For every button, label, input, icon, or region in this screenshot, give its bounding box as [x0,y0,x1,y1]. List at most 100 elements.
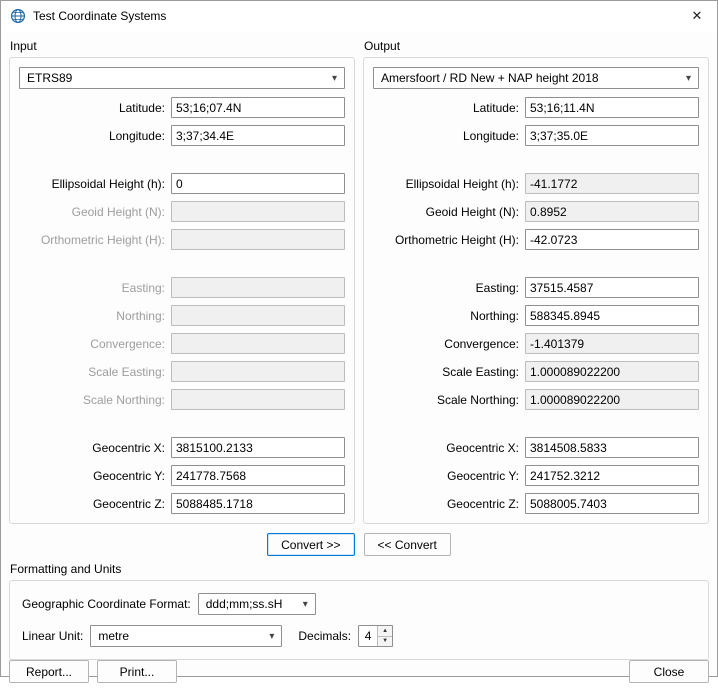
output-easting-field[interactable] [525,277,699,298]
output-group-label: Output [364,39,709,53]
orthometric-height-label: Orthometric Height (H): [19,233,171,247]
convert-button-row: Convert >> << Convert [9,533,709,556]
input-ellipsoidal-height-field[interactable] [171,173,345,194]
spin-down-icon[interactable]: ▼ [378,636,392,647]
output-geocentric-x-row: Geocentric X: [373,437,699,458]
geocentric-x-label: Geocentric X: [19,441,171,455]
latitude-label: Latitude: [19,101,171,115]
input-scale-easting-row: Scale Easting: [19,361,345,382]
input-crs-value: ETRS89 [27,71,72,85]
convert-forward-button[interactable]: Convert >> [267,533,354,556]
output-orthometric-height-field[interactable] [525,229,699,250]
output-latitude-field[interactable] [525,97,699,118]
window-title: Test Coordinate Systems [33,9,677,23]
input-longitude-row: Longitude: [19,125,345,146]
input-orthometric-row: Orthometric Height (H): [19,229,345,250]
scale-easting-label: Scale Easting: [19,365,171,379]
geographic-format-select[interactable]: ddd;mm;ss.sH ▾ [198,593,316,615]
output-northing-field[interactable] [525,305,699,326]
geoid-height-label: Geoid Height (N): [373,205,525,219]
output-scale-northing-field [525,389,699,410]
input-group-label: Input [10,39,355,53]
decimals-stepper[interactable]: 4 ▲ ▼ [358,625,393,647]
decimals-value: 4 [359,626,377,646]
latitude-label: Latitude: [373,101,525,115]
input-easting-row: Easting: [19,277,345,298]
output-geocentric-y-row: Geocentric Y: [373,465,699,486]
easting-label: Easting: [373,281,525,295]
linear-unit-value: metre [98,629,129,643]
report-button[interactable]: Report... [9,660,89,683]
linear-unit-select[interactable]: metre ▾ [90,625,282,647]
convert-backward-button[interactable]: << Convert [364,533,451,556]
input-latitude-row: Latitude: [19,97,345,118]
input-latitude-field[interactable] [171,97,345,118]
output-panel: Output Amersfoort / RD New + NAP height … [363,35,709,524]
input-geoid-row: Geoid Height (N): [19,201,345,222]
input-northing-row: Northing: [19,305,345,326]
easting-label: Easting: [19,281,171,295]
convergence-label: Convergence: [373,337,525,351]
output-geoid-height-field [525,201,699,222]
input-crs-select[interactable]: ETRS89 ▾ [19,67,345,89]
spacer [373,257,699,277]
orthometric-height-label: Orthometric Height (H): [373,233,525,247]
output-geocentric-x-field[interactable] [525,437,699,458]
northing-label: Northing: [19,309,171,323]
output-crs-select[interactable]: Amersfoort / RD New + NAP height 2018 ▾ [373,67,699,89]
geocentric-y-label: Geocentric Y: [373,469,525,483]
ellipsoidal-height-label: Ellipsoidal Height (h): [373,177,525,191]
input-geocentric-y-field[interactable] [171,465,345,486]
spacer [19,417,345,437]
input-convergence-field [171,333,345,354]
convergence-label: Convergence: [19,337,171,351]
scale-northing-label: Scale Northing: [19,393,171,407]
dialog-body: Input ETRS89 ▾ Latitude: Longitude: [1,31,717,693]
geocentric-z-label: Geocentric Z: [373,497,525,511]
scale-easting-label: Scale Easting: [373,365,525,379]
spacer [19,153,345,173]
output-scale-easting-field [525,361,699,382]
input-longitude-field[interactable] [171,125,345,146]
ellipsoidal-height-label: Ellipsoidal Height (h): [19,177,171,191]
print-button[interactable]: Print... [97,660,177,683]
chevron-down-icon: ▾ [332,73,337,84]
chevron-down-icon: ▾ [303,599,308,610]
close-icon[interactable]: ✕ [677,1,717,31]
decimals-label: Decimals: [298,629,358,643]
geographic-format-label: Geographic Coordinate Format: [22,597,198,611]
input-geocentric-x-field[interactable] [171,437,345,458]
input-geocentric-z-row: Geocentric Z: [19,493,345,514]
chevron-down-icon: ▾ [269,631,274,642]
titlebar: Test Coordinate Systems ✕ [1,1,717,31]
output-longitude-row: Longitude: [373,125,699,146]
output-orthometric-row: Orthometric Height (H): [373,229,699,250]
northing-label: Northing: [373,309,525,323]
input-geoid-height-field [171,201,345,222]
output-geocentric-z-field[interactable] [525,493,699,514]
spin-up-icon[interactable]: ▲ [378,626,392,636]
input-convergence-row: Convergence: [19,333,345,354]
input-panel: Input ETRS89 ▾ Latitude: Longitude: [9,35,355,524]
geographic-format-value: ddd;mm;ss.sH [206,597,283,611]
scale-northing-label: Scale Northing: [373,393,525,407]
linear-unit-label: Linear Unit: [22,629,90,643]
longitude-label: Longitude: [19,129,171,143]
formatting-group-label: Formatting and Units [10,562,709,576]
input-geocentric-z-field[interactable] [171,493,345,514]
geocentric-y-label: Geocentric Y: [19,469,171,483]
output-convergence-row: Convergence: [373,333,699,354]
output-convergence-field [525,333,699,354]
close-button[interactable]: Close [629,660,709,683]
output-scale-easting-row: Scale Easting: [373,361,699,382]
output-longitude-field[interactable] [525,125,699,146]
output-groupbox: Amersfoort / RD New + NAP height 2018 ▾ … [363,57,709,524]
output-geocentric-y-field[interactable] [525,465,699,486]
spacer [19,257,345,277]
output-scale-northing-row: Scale Northing: [373,389,699,410]
output-geocentric-z-row: Geocentric Z: [373,493,699,514]
input-orthometric-height-field [171,229,345,250]
input-northing-field [171,305,345,326]
geoid-height-label: Geoid Height (N): [19,205,171,219]
input-scale-northing-field [171,389,345,410]
